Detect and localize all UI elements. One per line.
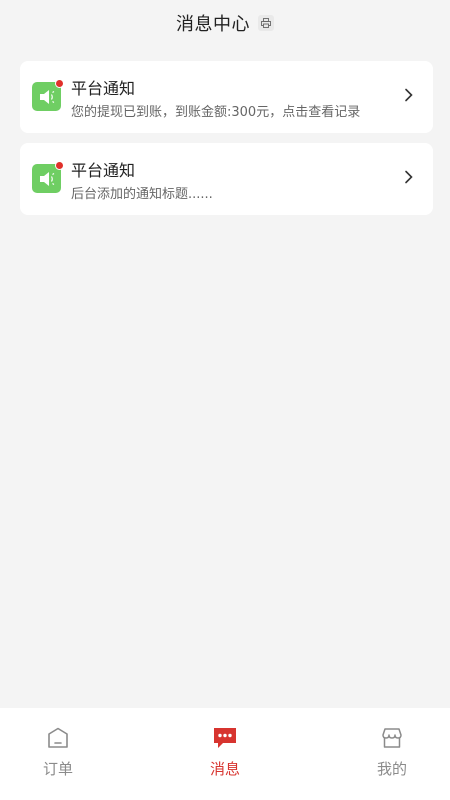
- chevron-right-icon: [401, 87, 417, 103]
- message-card[interactable]: 平台通知 您的提现已到账，到账金额:300元，点击查看记录: [20, 61, 433, 133]
- message-subtitle: 您的提现已到账，到账金额:300元，点击查看记录: [71, 105, 361, 120]
- speaker-icon: [32, 79, 64, 111]
- unread-dot: [55, 79, 64, 88]
- message-list: 平台通知 您的提现已到账，到账金额:300元，点击查看记录 平台通知 后台添加的…: [20, 61, 433, 225]
- message-subtitle: 后台添加的通知标题......: [71, 187, 213, 202]
- bottom-tab-bar: 订单 消息 我的: [0, 708, 450, 800]
- message-title: 平台通知: [71, 161, 136, 180]
- header: 消息中心: [0, 0, 450, 46]
- message-card[interactable]: 平台通知 后台添加的通知标题......: [20, 143, 433, 215]
- speaker-icon: [32, 161, 64, 193]
- page-title: 消息中心: [176, 14, 250, 35]
- tab-label: 订单: [42, 760, 73, 778]
- store-icon: [379, 726, 405, 750]
- tab-label: 我的: [376, 760, 407, 778]
- tab-mine[interactable]: 我的: [372, 708, 412, 779]
- message-title: 平台通知: [71, 79, 136, 98]
- tab-messages[interactable]: 消息: [205, 708, 245, 779]
- message-icon: [212, 726, 238, 750]
- order-icon: [45, 726, 71, 750]
- tab-label: 消息: [209, 760, 240, 778]
- chevron-right-icon: [401, 169, 417, 185]
- printer-icon[interactable]: [258, 15, 274, 31]
- page: 消息中心 平台通知 您的提现已到账，到账金额:300元，点击查看记录 平台通知 …: [0, 0, 450, 800]
- tab-orders[interactable]: 订单: [38, 708, 78, 779]
- unread-dot: [55, 161, 64, 170]
